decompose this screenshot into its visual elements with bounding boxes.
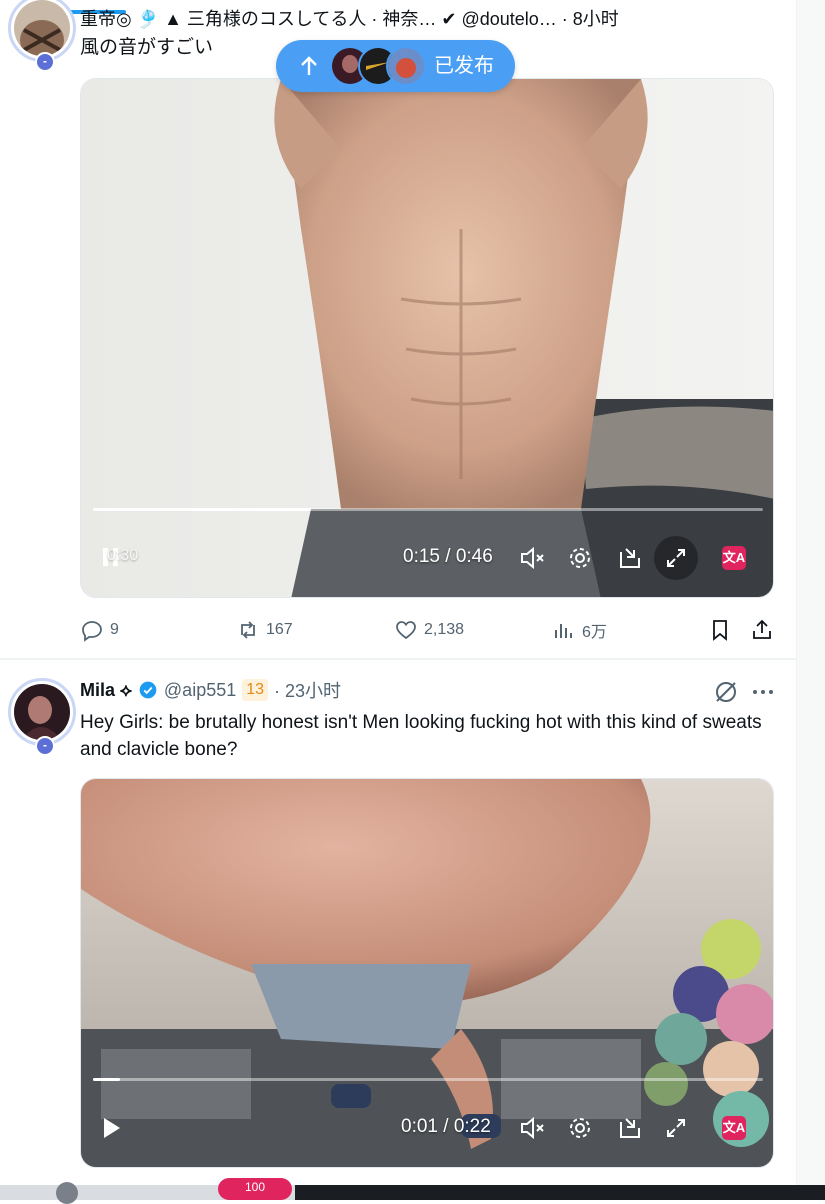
tweet-header-partial: 重帝◎ 🎐 ▲ 三角様のコスしてる人 · 神奈… ✔ @doutelo… · 8… [80,9,619,29]
repost-button[interactable]: 167 [236,615,293,645]
author-avatar[interactable]: - [8,0,76,72]
play-icon[interactable] [97,1114,125,1142]
video-player-2[interactable]: 0:01 / 0:22 文A [80,778,774,1168]
picture-in-picture-icon[interactable] [616,1114,644,1142]
video-time-display: 0:15 / 0:46 [403,546,493,567]
expand-icon[interactable] [662,544,690,572]
picture-in-picture-icon[interactable] [616,544,644,572]
video-player-1[interactable]: 0:30 0:15 / 0:46 文A [80,78,774,598]
bookmark-icon [713,620,727,641]
posted-notification-pill[interactable]: 已发布 [276,40,515,92]
author-name[interactable]: Mila ⟡ [80,680,132,701]
share-icon [753,619,771,639]
reply-icon [82,621,102,642]
settings-gear-icon[interactable] [566,544,594,572]
share-button[interactable] [750,615,774,645]
bottom-dark-panel [295,1185,825,1200]
translate-button[interactable]: 文A [722,546,746,570]
posted-label: 已发布 [434,55,494,77]
mute-icon[interactable] [518,1114,546,1142]
tweet-header: Mila ⟡ @aip551 13 · 23小时 [80,678,341,702]
avatar-status-badge: - [35,736,55,756]
video-overlay-time: 0:30 [107,547,139,564]
tweet-actions-1: 9 167 2,138 6万 [80,615,780,645]
avatar-status-badge: - [35,52,55,72]
video-progress-track[interactable] [93,1078,763,1081]
analytics-icon [555,624,572,638]
video-controls-2: 0:01 / 0:22 文A [81,1078,773,1167]
like-button[interactable]: 2,138 [394,615,464,645]
arrow-up-icon [301,56,317,75]
views-button[interactable]: 6万 [552,615,607,645]
heart-icon [396,621,416,640]
tweet-time[interactable]: · 23小时 [274,677,341,703]
video-controls-1: 0:30 0:15 / 0:46 文A [81,508,773,597]
author-handle[interactable]: @aip551 [164,680,236,701]
verified-badge-icon [139,681,157,699]
repost-icon [241,621,255,639]
video-progress-fill [93,508,312,511]
notification-count-badge[interactable]: 100 [218,1178,292,1200]
video-progress-fill [93,1078,120,1081]
pill-avatar-3 [386,46,426,86]
level-badge: 13 [242,679,269,701]
author-avatar[interactable]: - [8,678,76,756]
video-frame-1 [81,79,773,597]
settings-gear-icon[interactable] [566,1114,594,1142]
video-progress-track[interactable] [93,508,763,511]
grok-icon[interactable] [712,678,740,706]
bookmark-button[interactable] [708,615,732,645]
tweet-text: Hey Girls: be brutally honest isn't Men … [80,712,762,760]
mute-icon[interactable] [518,544,546,572]
tweet-card-1[interactable]: - 重帝◎ 🎐 ▲ 三角様のコスしてる人 · 神奈… ✔ @doutelo… ·… [0,0,796,658]
expand-icon[interactable] [662,1114,690,1142]
right-rail [796,0,825,1185]
translate-button[interactable]: 文A [722,1116,746,1140]
timeline-feed: - 重帝◎ 🎐 ▲ 三角様のコスしてる人 · 神奈… ✔ @doutelo… ·… [0,0,796,1185]
video-time-display: 0:01 / 0:22 [401,1116,491,1137]
tweet-card-2[interactable]: - Mila ⟡ @aip551 13 · 23小时 Hey Girls: be… [0,660,796,1185]
bottom-user-icon[interactable] [56,1182,78,1204]
reply-button[interactable]: 9 [80,615,119,645]
more-options-icon[interactable] [749,678,777,706]
